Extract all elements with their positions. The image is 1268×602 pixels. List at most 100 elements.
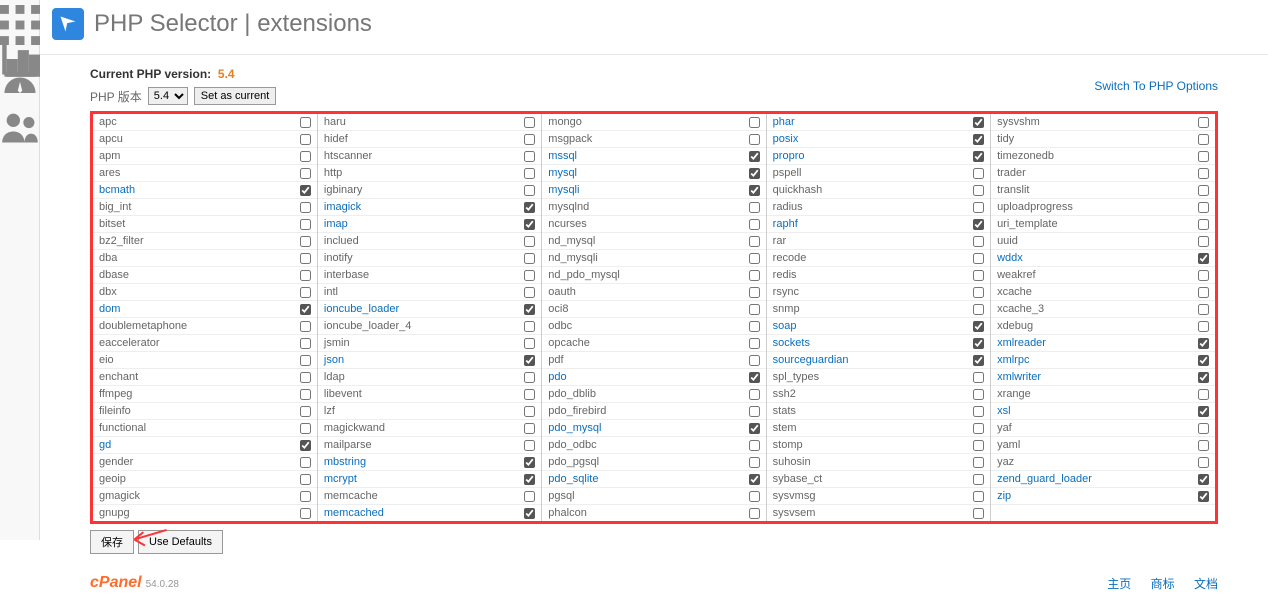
ext-checkbox-weakref[interactable] <box>1198 270 1209 281</box>
ext-checkbox-odbc[interactable] <box>749 321 760 332</box>
ext-checkbox-ncurses[interactable] <box>749 219 760 230</box>
ext-label-igbinary[interactable]: igbinary <box>324 184 363 196</box>
ext-checkbox-stem[interactable] <box>973 423 984 434</box>
ext-checkbox-xcache_3[interactable] <box>1198 304 1209 315</box>
ext-label-mailparse[interactable]: mailparse <box>324 439 372 451</box>
ext-label-enchant[interactable]: enchant <box>99 371 138 383</box>
ext-label-gnupg[interactable]: gnupg <box>99 507 130 519</box>
ext-checkbox-fileinfo[interactable] <box>300 406 311 417</box>
ext-checkbox-oci8[interactable] <box>749 304 760 315</box>
ext-label-phar[interactable]: phar <box>773 116 795 128</box>
save-button[interactable]: 保存 <box>90 530 134 554</box>
ext-label-yaml[interactable]: yaml <box>997 439 1020 451</box>
ext-checkbox-ldap[interactable] <box>524 372 535 383</box>
ext-label-nd_mysql[interactable]: nd_mysql <box>548 235 595 247</box>
ext-label-ffmpeg[interactable]: ffmpeg <box>99 388 132 400</box>
ext-label-libevent[interactable]: libevent <box>324 388 362 400</box>
ext-checkbox-interbase[interactable] <box>524 270 535 281</box>
ext-label-sybase_ct[interactable]: sybase_ct <box>773 473 823 485</box>
ext-checkbox-hidef[interactable] <box>524 134 535 145</box>
ext-checkbox-xmlrpc[interactable] <box>1198 355 1209 366</box>
ext-checkbox-inclued[interactable] <box>524 236 535 247</box>
ext-checkbox-propro[interactable] <box>973 151 984 162</box>
ext-label-pdo_dblib[interactable]: pdo_dblib <box>548 388 596 400</box>
ext-label-mongo[interactable]: mongo <box>548 116 582 128</box>
ext-checkbox-translit[interactable] <box>1198 185 1209 196</box>
ext-label-uri_template[interactable]: uri_template <box>997 218 1058 230</box>
ext-checkbox-bz2_filter[interactable] <box>300 236 311 247</box>
ext-label-posix[interactable]: posix <box>773 133 799 145</box>
ext-checkbox-uuid[interactable] <box>1198 236 1209 247</box>
ext-label-dom[interactable]: dom <box>99 303 120 315</box>
users-icon[interactable] <box>0 110 40 144</box>
ext-checkbox-xrange[interactable] <box>1198 389 1209 400</box>
ext-checkbox-gnupg[interactable] <box>300 508 311 519</box>
ext-checkbox-apcu[interactable] <box>300 134 311 145</box>
ext-checkbox-yaf[interactable] <box>1198 423 1209 434</box>
ext-checkbox-xmlreader[interactable] <box>1198 338 1209 349</box>
ext-label-stomp[interactable]: stomp <box>773 439 803 451</box>
ext-checkbox-mongo[interactable] <box>749 117 760 128</box>
ext-checkbox-eio[interactable] <box>300 355 311 366</box>
ext-checkbox-oauth[interactable] <box>749 287 760 298</box>
ext-checkbox-pdo_firebird[interactable] <box>749 406 760 417</box>
ext-label-oauth[interactable]: oauth <box>548 286 576 298</box>
ext-checkbox-stats[interactable] <box>973 406 984 417</box>
dashboard-icon[interactable] <box>0 76 40 110</box>
ext-label-yaf[interactable]: yaf <box>997 422 1012 434</box>
ext-checkbox-imagick[interactable] <box>524 202 535 213</box>
ext-label-mysql[interactable]: mysql <box>548 167 577 179</box>
ext-label-dba[interactable]: dba <box>99 252 117 264</box>
ext-checkbox-msgpack[interactable] <box>749 134 760 145</box>
ext-checkbox-rsync[interactable] <box>973 287 984 298</box>
ext-checkbox-pdo_mysql[interactable] <box>749 423 760 434</box>
ext-label-dbx[interactable]: dbx <box>99 286 117 298</box>
ext-label-pdf[interactable]: pdf <box>548 354 563 366</box>
ext-label-weakref[interactable]: weakref <box>997 269 1036 281</box>
ext-label-gmagick[interactable]: gmagick <box>99 490 140 502</box>
footer-link-trademark[interactable]: 商标 <box>1151 577 1175 591</box>
ext-label-sourceguardian[interactable]: sourceguardian <box>773 354 849 366</box>
ext-checkbox-imap[interactable] <box>524 219 535 230</box>
ext-checkbox-intl[interactable] <box>524 287 535 298</box>
ext-checkbox-geoip[interactable] <box>300 474 311 485</box>
ext-label-ioncube_loader_4[interactable]: ioncube_loader_4 <box>324 320 411 332</box>
ext-label-rsync[interactable]: rsync <box>773 286 799 298</box>
footer-link-home[interactable]: 主页 <box>1107 577 1131 591</box>
ext-checkbox-opcache[interactable] <box>749 338 760 349</box>
ext-label-ncurses[interactable]: ncurses <box>548 218 587 230</box>
ext-label-ares[interactable]: ares <box>99 167 120 179</box>
ext-checkbox-snmp[interactable] <box>973 304 984 315</box>
ext-label-jsmin[interactable]: jsmin <box>324 337 350 349</box>
ext-label-apm[interactable]: apm <box>99 150 120 162</box>
ext-checkbox-doublemetaphone[interactable] <box>300 321 311 332</box>
ext-checkbox-dbase[interactable] <box>300 270 311 281</box>
ext-checkbox-mbstring[interactable] <box>524 457 535 468</box>
ext-label-mysqlnd[interactable]: mysqlnd <box>548 201 589 213</box>
ext-label-translit[interactable]: translit <box>997 184 1029 196</box>
ext-label-suhosin[interactable]: suhosin <box>773 456 811 468</box>
ext-checkbox-mysql[interactable] <box>749 168 760 179</box>
ext-checkbox-redis[interactable] <box>973 270 984 281</box>
ext-label-sockets[interactable]: sockets <box>773 337 810 349</box>
ext-label-lzf[interactable]: lzf <box>324 405 335 417</box>
ext-checkbox-dom[interactable] <box>300 304 311 315</box>
ext-label-stem[interactable]: stem <box>773 422 797 434</box>
ext-label-eio[interactable]: eio <box>99 354 114 366</box>
ext-checkbox-spl_types[interactable] <box>973 372 984 383</box>
ext-checkbox-apc[interactable] <box>300 117 311 128</box>
ext-checkbox-phar[interactable] <box>973 117 984 128</box>
ext-checkbox-gmagick[interactable] <box>300 491 311 502</box>
ext-label-pdo[interactable]: pdo <box>548 371 566 383</box>
ext-label-recode[interactable]: recode <box>773 252 807 264</box>
ext-label-spl_types[interactable]: spl_types <box>773 371 819 383</box>
ext-checkbox-haru[interactable] <box>524 117 535 128</box>
ext-label-uploadprogress[interactable]: uploadprogress <box>997 201 1073 213</box>
ext-checkbox-timezonedb[interactable] <box>1198 151 1209 162</box>
use-defaults-button[interactable]: Use Defaults <box>138 530 223 554</box>
ext-checkbox-suhosin[interactable] <box>973 457 984 468</box>
ext-checkbox-lzf[interactable] <box>524 406 535 417</box>
ext-checkbox-big_int[interactable] <box>300 202 311 213</box>
ext-label-nd_pdo_mysql[interactable]: nd_pdo_mysql <box>548 269 620 281</box>
ext-label-nd_mysqli[interactable]: nd_mysqli <box>548 252 598 264</box>
